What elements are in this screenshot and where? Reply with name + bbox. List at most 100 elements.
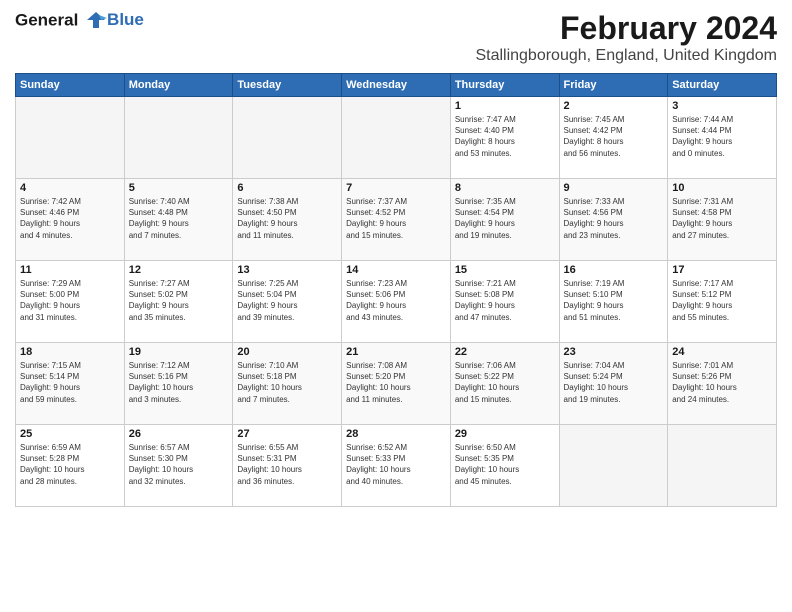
day-number: 13 xyxy=(237,264,337,276)
calendar-day-23: 23Sunrise: 7:04 AMSunset: 5:24 PMDayligh… xyxy=(559,343,668,425)
col-header-thursday: Thursday xyxy=(450,74,559,97)
day-info: Sunrise: 7:10 AMSunset: 5:18 PMDaylight:… xyxy=(237,360,337,405)
empty-cell xyxy=(342,97,451,179)
day-info: Sunrise: 6:55 AMSunset: 5:31 PMDaylight:… xyxy=(237,442,337,487)
day-number: 11 xyxy=(20,264,120,276)
empty-cell xyxy=(233,97,342,179)
day-info: Sunrise: 6:59 AMSunset: 5:28 PMDaylight:… xyxy=(20,442,120,487)
day-info: Sunrise: 7:45 AMSunset: 4:42 PMDaylight:… xyxy=(564,114,664,159)
calendar-day-11: 11 Sunrise: 7:29 AMSunset: 5:00 PMDayligh… xyxy=(16,261,125,343)
calendar-day-3: 3 Sunrise: 7:44 AMSunset: 4:44 PMDaylight… xyxy=(668,97,777,179)
day-info: Sunrise: 7:25 AMSunset: 5:04 PMDaylight:… xyxy=(237,278,337,323)
calendar-day-8: 8 Sunrise: 7:35 AMSunset: 4:54 PMDaylight… xyxy=(450,179,559,261)
calendar-day-9: 9 Sunrise: 7:33 AMSunset: 4:56 PMDaylight… xyxy=(559,179,668,261)
day-number: 17 xyxy=(672,264,772,276)
day-number: 7 xyxy=(346,182,446,194)
page-header: General Blue February 2024 Stallingborou… xyxy=(15,10,777,65)
calendar-table: SundayMondayTuesdayWednesdayThursdayFrid… xyxy=(15,73,777,507)
calendar-day-6: 6 Sunrise: 7:38 AMSunset: 4:50 PMDaylight… xyxy=(233,179,342,261)
day-info: Sunrise: 7:40 AMSunset: 4:48 PMDaylight:… xyxy=(129,196,229,241)
day-number: 8 xyxy=(455,182,555,194)
day-info: Sunrise: 7:37 AMSunset: 4:52 PMDaylight:… xyxy=(346,196,446,241)
day-info: Sunrise: 7:42 AMSunset: 4:46 PMDaylight:… xyxy=(20,196,120,241)
calendar-day-24: 24Sunrise: 7:01 AMSunset: 5:26 PMDayligh… xyxy=(668,343,777,425)
calendar-header-row: SundayMondayTuesdayWednesdayThursdayFrid… xyxy=(16,74,777,97)
day-number: 28 xyxy=(346,428,446,440)
day-number: 16 xyxy=(564,264,664,276)
calendar-week-4: 18 Sunrise: 7:15 AMSunset: 5:14 PMDayligh… xyxy=(16,343,777,425)
day-number: 20 xyxy=(237,346,337,358)
day-number: 23 xyxy=(564,346,664,358)
day-number: 29 xyxy=(455,428,555,440)
day-number: 25 xyxy=(20,428,120,440)
calendar-day-27: 27 Sunrise: 6:55 AMSunset: 5:31 PMDayligh… xyxy=(233,425,342,507)
day-info: Sunrise: 7:08 AMSunset: 5:20 PMDaylight:… xyxy=(346,360,446,405)
day-info: Sunrise: 6:50 AMSunset: 5:35 PMDaylight:… xyxy=(455,442,555,487)
day-number: 18 xyxy=(20,346,120,358)
day-info: Sunrise: 7:44 AMSunset: 4:44 PMDaylight:… xyxy=(672,114,772,159)
day-number: 22 xyxy=(455,346,555,358)
day-number: 2 xyxy=(564,100,664,112)
day-number: 27 xyxy=(237,428,337,440)
day-info: Sunrise: 7:29 AMSunset: 5:00 PMDaylight:… xyxy=(20,278,120,323)
day-number: 6 xyxy=(237,182,337,194)
calendar-day-14: 14 Sunrise: 7:23 AMSunset: 5:06 PMDayligh… xyxy=(342,261,451,343)
day-number: 3 xyxy=(672,100,772,112)
empty-cell xyxy=(668,425,777,507)
day-info: Sunrise: 7:47 AMSunset: 4:40 PMDaylight:… xyxy=(455,114,555,159)
calendar-day-28: 28 Sunrise: 6:52 AMSunset: 5:33 PMDayligh… xyxy=(342,425,451,507)
calendar-day-5: 5 Sunrise: 7:40 AMSunset: 4:48 PMDaylight… xyxy=(124,179,233,261)
day-info: Sunrise: 7:19 AMSunset: 5:10 PMDaylight:… xyxy=(564,278,664,323)
calendar-day-13: 13 Sunrise: 7:25 AMSunset: 5:04 PMDayligh… xyxy=(233,261,342,343)
calendar-day-18: 18 Sunrise: 7:15 AMSunset: 5:14 PMDayligh… xyxy=(16,343,125,425)
day-number: 4 xyxy=(20,182,120,194)
calendar-week-2: 4 Sunrise: 7:42 AMSunset: 4:46 PMDaylight… xyxy=(16,179,777,261)
calendar-day-20: 20 Sunrise: 7:10 AMSunset: 5:18 PMDayligh… xyxy=(233,343,342,425)
day-info: Sunrise: 6:52 AMSunset: 5:33 PMDaylight:… xyxy=(346,442,446,487)
col-header-sunday: Sunday xyxy=(16,74,125,97)
empty-cell xyxy=(124,97,233,179)
day-number: 10 xyxy=(672,182,772,194)
day-info: Sunrise: 6:57 AMSunset: 5:30 PMDaylight:… xyxy=(129,442,229,487)
title-block: February 2024 Stallingborough, England, … xyxy=(475,10,777,65)
day-info: Sunrise: 7:27 AMSunset: 5:02 PMDaylight:… xyxy=(129,278,229,323)
calendar-week-3: 11 Sunrise: 7:29 AMSunset: 5:00 PMDayligh… xyxy=(16,261,777,343)
day-number: 1 xyxy=(455,100,555,112)
col-header-tuesday: Tuesday xyxy=(233,74,342,97)
calendar-day-22: 22 Sunrise: 7:06 AMSunset: 5:22 PMDayligh… xyxy=(450,343,559,425)
calendar-week-1: 1 Sunrise: 7:47 AMSunset: 4:40 PMDaylight… xyxy=(16,97,777,179)
page-title: February 2024 xyxy=(475,10,777,47)
logo-general: General xyxy=(15,10,78,29)
calendar-day-26: 26Sunrise: 6:57 AMSunset: 5:30 PMDayligh… xyxy=(124,425,233,507)
calendar-day-29: 29 Sunrise: 6:50 AMSunset: 5:35 PMDayligh… xyxy=(450,425,559,507)
day-number: 19 xyxy=(129,346,229,358)
day-info: Sunrise: 7:15 AMSunset: 5:14 PMDaylight:… xyxy=(20,360,120,405)
day-number: 14 xyxy=(346,264,446,276)
day-number: 9 xyxy=(564,182,664,194)
day-number: 21 xyxy=(346,346,446,358)
calendar-day-21: 21 Sunrise: 7:08 AMSunset: 5:20 PMDayligh… xyxy=(342,343,451,425)
day-info: Sunrise: 7:01 AMSunset: 5:26 PMDaylight:… xyxy=(672,360,772,405)
day-info: Sunrise: 7:31 AMSunset: 4:58 PMDaylight:… xyxy=(672,196,772,241)
page-subtitle: Stallingborough, England, United Kingdom xyxy=(475,47,777,65)
day-number: 15 xyxy=(455,264,555,276)
calendar-day-10: 10 Sunrise: 7:31 AMSunset: 4:58 PMDayligh… xyxy=(668,179,777,261)
calendar-day-17: 17 Sunrise: 7:17 AMSunset: 5:12 PMDayligh… xyxy=(668,261,777,343)
day-info: Sunrise: 7:17 AMSunset: 5:12 PMDaylight:… xyxy=(672,278,772,323)
day-info: Sunrise: 7:33 AMSunset: 4:56 PMDaylight:… xyxy=(564,196,664,241)
calendar-day-25: 25 Sunrise: 6:59 AMSunset: 5:28 PMDayligh… xyxy=(16,425,125,507)
day-info: Sunrise: 7:23 AMSunset: 5:06 PMDaylight:… xyxy=(346,278,446,323)
calendar-day-16: 16 Sunrise: 7:19 AMSunset: 5:10 PMDayligh… xyxy=(559,261,668,343)
col-header-saturday: Saturday xyxy=(668,74,777,97)
col-header-friday: Friday xyxy=(559,74,668,97)
calendar-day-7: 7 Sunrise: 7:37 AMSunset: 4:52 PMDaylight… xyxy=(342,179,451,261)
empty-cell xyxy=(16,97,125,179)
day-number: 12 xyxy=(129,264,229,276)
calendar-day-19: 19Sunrise: 7:12 AMSunset: 5:16 PMDayligh… xyxy=(124,343,233,425)
day-info: Sunrise: 7:35 AMSunset: 4:54 PMDaylight:… xyxy=(455,196,555,241)
calendar-week-5: 25 Sunrise: 6:59 AMSunset: 5:28 PMDayligh… xyxy=(16,425,777,507)
day-info: Sunrise: 7:38 AMSunset: 4:50 PMDaylight:… xyxy=(237,196,337,241)
day-number: 5 xyxy=(129,182,229,194)
calendar-day-15: 15Sunrise: 7:21 AMSunset: 5:08 PMDayligh… xyxy=(450,261,559,343)
day-info: Sunrise: 7:06 AMSunset: 5:22 PMDaylight:… xyxy=(455,360,555,405)
